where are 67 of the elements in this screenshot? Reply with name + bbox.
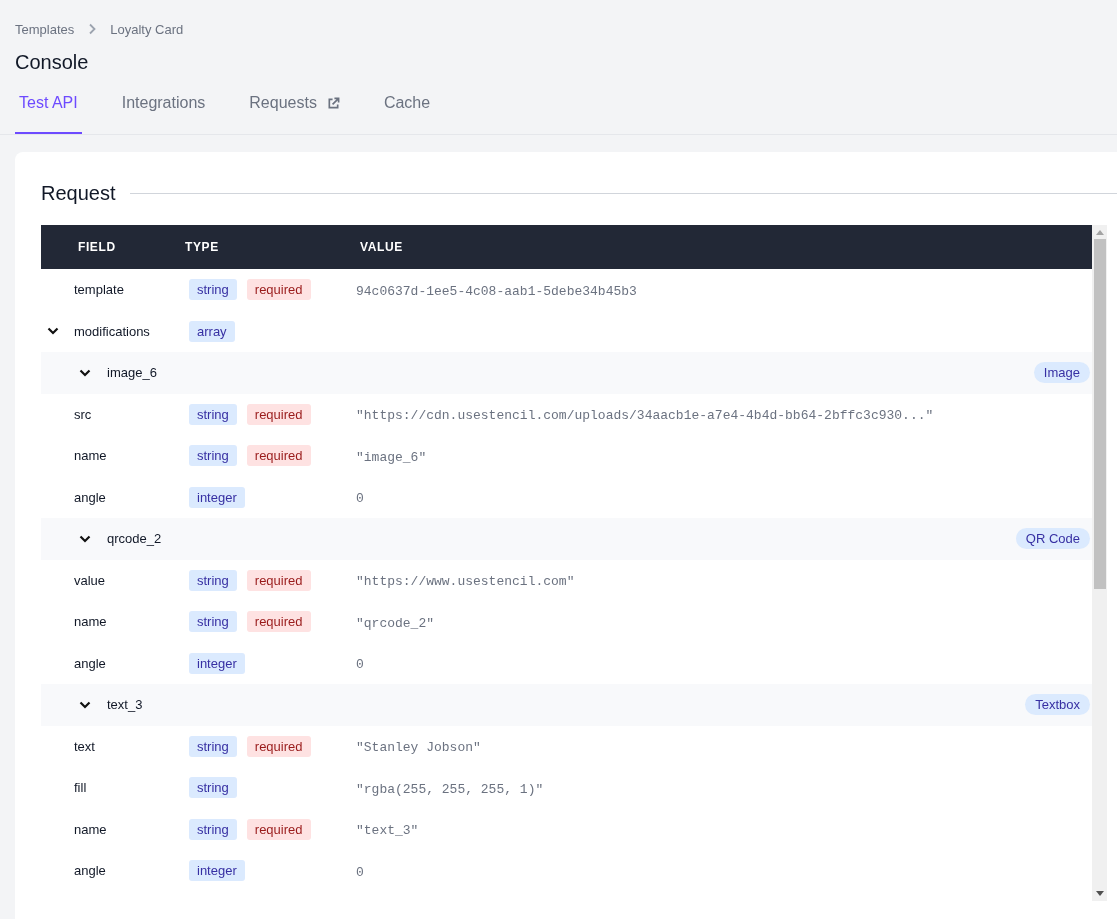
field-name: name	[74, 448, 107, 464]
field-value: 0	[356, 657, 364, 673]
field-name: template	[74, 282, 124, 298]
layer-type-badge: QR Code	[1015, 528, 1090, 550]
type-badge: string	[189, 279, 237, 301]
field-value: "image_6"	[356, 449, 427, 465]
scroll-down-arrow-icon[interactable]	[1095, 891, 1104, 896]
field-name: name	[74, 614, 107, 630]
chevron-toggle[interactable]	[79, 700, 91, 709]
type-badge: string	[189, 611, 237, 633]
field-value: "Stanley Jobson"	[356, 740, 481, 756]
chevron-toggle[interactable]	[79, 368, 91, 377]
column-header: TYPE	[185, 240, 220, 254]
field-name: value	[74, 572, 106, 588]
layer-type-badge: Textbox	[1025, 694, 1090, 716]
page-title: Console	[15, 50, 90, 74]
type-badge: string	[189, 445, 237, 467]
type-badge: string	[189, 569, 237, 591]
breadcrumb-link[interactable]: Templates	[15, 21, 75, 37]
type-badge: array	[189, 320, 235, 342]
field-value: "qrcode_2"	[356, 615, 434, 631]
group-name: text_3	[107, 697, 143, 713]
tab[interactable]: Test API	[15, 84, 82, 134]
type-badge: integer	[189, 652, 245, 674]
field-name: text	[74, 738, 95, 754]
type-badge: integer	[189, 486, 245, 508]
type-badge: string	[189, 403, 237, 425]
field-name: name	[74, 821, 107, 837]
breadcrumb-link[interactable]: Loyalty Card	[110, 21, 184, 37]
group-name: qrcode_2	[107, 531, 162, 547]
field-name: src	[74, 406, 92, 422]
column-header: VALUE	[360, 240, 403, 254]
field-value: 0	[356, 864, 364, 880]
field-name: angle	[74, 655, 106, 671]
required-badge: required	[246, 403, 311, 425]
type-badge: string	[189, 818, 237, 840]
layer-type-badge: Image	[1033, 362, 1090, 384]
scrollbar[interactable]	[1092, 225, 1107, 901]
column-header: FIELD	[78, 240, 117, 254]
tab[interactable]: Integrations	[117, 84, 210, 134]
external-link-icon	[326, 96, 340, 110]
required-badge: required	[246, 611, 311, 633]
field-name: fill	[74, 780, 87, 796]
required-badge: required	[246, 445, 311, 467]
required-badge: required	[246, 818, 311, 840]
type-badge: string	[189, 777, 237, 799]
tab[interactable]: Cache	[379, 84, 435, 134]
field-value: "rgba(255, 255, 255, 1)"	[356, 781, 544, 797]
field-name: angle	[74, 863, 106, 879]
group-name: image_6	[107, 365, 157, 381]
field-value: "https://www.usestencil.com"	[356, 574, 575, 590]
required-badge: required	[246, 569, 311, 591]
type-badge: integer	[189, 860, 245, 882]
field-name: angle	[74, 489, 106, 505]
type-badge: string	[189, 735, 237, 757]
chevron-toggle[interactable]	[79, 534, 91, 543]
field-value: "text_3"	[356, 823, 419, 839]
chevron-toggle[interactable]	[47, 327, 59, 336]
chevron-right-icon	[88, 23, 97, 35]
field-value: 94c0637d-1ee5-4c08-aab1-5debe34b45b3	[356, 283, 637, 299]
required-badge: required	[246, 735, 311, 757]
field-name: modifications	[74, 323, 150, 339]
field-value: 0	[356, 491, 364, 507]
required-badge: required	[246, 279, 311, 301]
tab[interactable]: Requests	[245, 84, 344, 134]
section-title: Request	[41, 182, 116, 205]
field-value: "https://cdn.usestencil.com/uploads/34aacb1e-a7e4-4b4d-bb64-2bffc3c930..."	[356, 408, 934, 424]
